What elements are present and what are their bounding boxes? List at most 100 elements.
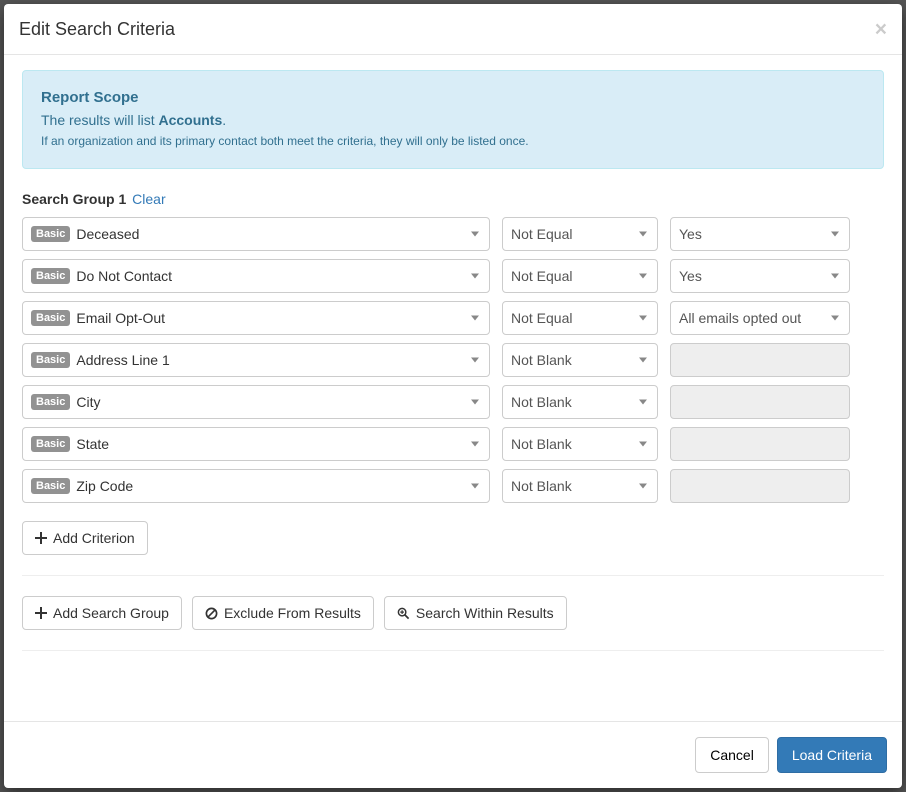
operator-value: Not Blank: [511, 352, 572, 368]
operator-dropdown[interactable]: Not Equal: [502, 217, 658, 251]
value-dropdown[interactable]: Yes: [670, 217, 850, 251]
modal-title: Edit Search Criteria: [19, 19, 175, 40]
zoom-in-icon: [397, 607, 410, 620]
chevron-down-icon: [639, 442, 647, 447]
chevron-down-icon: [639, 358, 647, 363]
basic-tag: Basic: [31, 310, 70, 326]
add-search-group-button[interactable]: Add Search Group: [22, 596, 182, 630]
criterion-row: Basic Address Line 1 Not Blank: [22, 343, 884, 377]
chevron-down-icon: [831, 316, 839, 321]
search-within-results-button[interactable]: Search Within Results: [384, 596, 567, 630]
modal-footer: Cancel Load Criteria: [4, 721, 902, 788]
add-criterion-label: Add Criterion: [53, 530, 135, 546]
operator-dropdown[interactable]: Not Blank: [502, 385, 658, 419]
value-dropdown: [670, 385, 850, 419]
operator-dropdown[interactable]: Not Blank: [502, 343, 658, 377]
criterion-row: Basic Deceased Not Equal Yes: [22, 217, 884, 251]
search-group-header: Search Group 1 Clear: [22, 191, 884, 207]
report-scope-note: If an organization and its primary conta…: [41, 134, 865, 148]
chevron-down-icon: [471, 358, 479, 363]
chevron-down-icon: [471, 316, 479, 321]
cancel-button[interactable]: Cancel: [695, 737, 769, 773]
group-actions-row: Add Search Group Exclude From Results Se…: [22, 596, 884, 630]
field-value: Deceased: [76, 226, 139, 242]
operator-dropdown[interactable]: Not Blank: [502, 469, 658, 503]
field-value: Address Line 1: [76, 352, 169, 368]
field-dropdown[interactable]: Basic Address Line 1: [22, 343, 490, 377]
operator-dropdown[interactable]: Not Equal: [502, 301, 658, 335]
value-dropdown: [670, 343, 850, 377]
operator-value: Not Equal: [511, 310, 572, 326]
field-dropdown[interactable]: Basic Deceased: [22, 217, 490, 251]
scope-text-bold: Accounts: [158, 112, 222, 128]
scope-text-suffix: .: [222, 112, 226, 128]
exclude-label: Exclude From Results: [224, 605, 361, 621]
chevron-down-icon: [471, 274, 479, 279]
operator-dropdown[interactable]: Not Blank: [502, 427, 658, 461]
operator-value: Not Equal: [511, 268, 572, 284]
basic-tag: Basic: [31, 226, 70, 242]
field-dropdown[interactable]: Basic Do Not Contact: [22, 259, 490, 293]
ban-icon: [205, 607, 218, 620]
add-criterion-button[interactable]: Add Criterion: [22, 521, 148, 555]
plus-icon: [35, 532, 47, 544]
criteria-list: Basic Deceased Not Equal Yes Basic Do Not Con…: [22, 217, 884, 503]
report-scope-panel: Report Scope The results will list Accou…: [22, 70, 884, 169]
field-dropdown[interactable]: Basic City: [22, 385, 490, 419]
criterion-row: Basic City Not Blank: [22, 385, 884, 419]
basic-tag: Basic: [31, 394, 70, 410]
separator: [22, 650, 884, 651]
exclude-from-results-button[interactable]: Exclude From Results: [192, 596, 374, 630]
search-within-label: Search Within Results: [416, 605, 554, 621]
criterion-row: Basic Zip Code Not Blank: [22, 469, 884, 503]
close-icon[interactable]: ×: [875, 19, 887, 40]
chevron-down-icon: [471, 484, 479, 489]
value-text: Yes: [679, 226, 702, 242]
clear-group-link[interactable]: Clear: [132, 191, 165, 207]
value-dropdown: [670, 427, 850, 461]
chevron-down-icon: [471, 232, 479, 237]
operator-dropdown[interactable]: Not Equal: [502, 259, 658, 293]
operator-value: Not Blank: [511, 478, 572, 494]
edit-search-criteria-modal: Edit Search Criteria × Report Scope The …: [4, 4, 902, 788]
chevron-down-icon: [639, 232, 647, 237]
value-text: All emails opted out: [679, 310, 801, 326]
chevron-down-icon: [639, 484, 647, 489]
field-value: Do Not Contact: [76, 268, 172, 284]
value-text: Yes: [679, 268, 702, 284]
chevron-down-icon: [471, 400, 479, 405]
chevron-down-icon: [639, 400, 647, 405]
field-value: City: [76, 394, 100, 410]
chevron-down-icon: [639, 274, 647, 279]
scope-text-prefix: The results will list: [41, 112, 158, 128]
criterion-row: Basic State Not Blank: [22, 427, 884, 461]
operator-value: Not Equal: [511, 226, 572, 242]
field-dropdown[interactable]: Basic Email Opt-Out: [22, 301, 490, 335]
value-dropdown[interactable]: Yes: [670, 259, 850, 293]
value-dropdown[interactable]: All emails opted out: [670, 301, 850, 335]
criterion-row: Basic Do Not Contact Not Equal Yes: [22, 259, 884, 293]
value-dropdown: [670, 469, 850, 503]
basic-tag: Basic: [31, 268, 70, 284]
load-criteria-button[interactable]: Load Criteria: [777, 737, 887, 773]
chevron-down-icon: [471, 442, 479, 447]
operator-value: Not Blank: [511, 436, 572, 452]
plus-icon: [35, 607, 47, 619]
criterion-row: Basic Email Opt-Out Not Equal All emails op…: [22, 301, 884, 335]
field-dropdown[interactable]: Basic Zip Code: [22, 469, 490, 503]
field-dropdown[interactable]: Basic State: [22, 427, 490, 461]
field-value: Email Opt-Out: [76, 310, 165, 326]
basic-tag: Basic: [31, 436, 70, 452]
basic-tag: Basic: [31, 478, 70, 494]
field-value: Zip Code: [76, 478, 133, 494]
add-search-group-label: Add Search Group: [53, 605, 169, 621]
chevron-down-icon: [831, 274, 839, 279]
modal-header: Edit Search Criteria ×: [4, 4, 902, 55]
report-scope-title: Report Scope: [41, 89, 865, 106]
basic-tag: Basic: [31, 352, 70, 368]
separator: [22, 575, 884, 576]
field-value: State: [76, 436, 109, 452]
chevron-down-icon: [639, 316, 647, 321]
search-group-label: Search Group 1: [22, 191, 126, 207]
operator-value: Not Blank: [511, 394, 572, 410]
